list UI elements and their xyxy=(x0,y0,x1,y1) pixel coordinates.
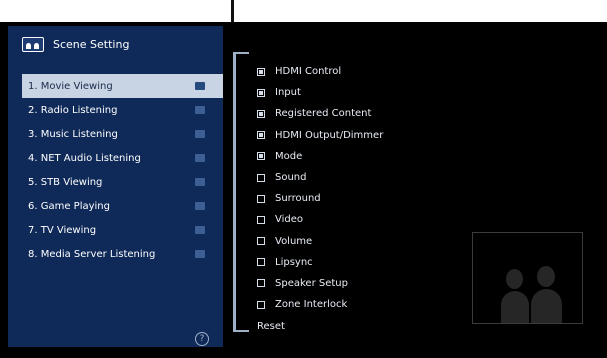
option-label: HDMI Output/Dimmer xyxy=(275,129,384,141)
scene-item-8[interactable]: 8. Media Server Listening xyxy=(22,242,223,266)
option-lipsync[interactable]: Lipsync xyxy=(257,252,383,273)
checkbox[interactable] xyxy=(257,173,265,182)
scene-item-1[interactable]: 1. Movie Viewing xyxy=(22,74,223,98)
option-label: Registered Content xyxy=(275,108,372,120)
checkbox[interactable] xyxy=(257,109,265,118)
title-bar: Scene Setting xyxy=(8,26,223,62)
callout-line xyxy=(231,0,234,22)
scene-panel: Scene Setting 1. Movie Viewing 2. Radio … xyxy=(8,26,223,347)
checkbox[interactable] xyxy=(257,131,265,140)
option-list: HDMI Control Input Registered Content HD… xyxy=(257,61,383,315)
scene-item-label: 3. Music Listening xyxy=(28,128,118,140)
person-head-icon xyxy=(537,266,555,287)
checkbox[interactable] xyxy=(257,300,265,309)
scene-item-6[interactable]: 6. Game Playing xyxy=(22,194,223,218)
option-zone-interlock[interactable]: Zone Interlock xyxy=(257,294,383,315)
option-video[interactable]: Video xyxy=(257,209,383,230)
folder-icon xyxy=(195,154,205,162)
option-label: Mode xyxy=(275,150,303,162)
checkbox[interactable] xyxy=(257,194,265,203)
scene-item-3[interactable]: 3. Music Listening xyxy=(22,122,223,146)
room-illustration-icon xyxy=(472,232,583,324)
folder-icon xyxy=(195,82,205,90)
checkbox[interactable] xyxy=(257,152,265,161)
option-hdmi-control[interactable]: HDMI Control xyxy=(257,61,383,82)
bracket-divider xyxy=(233,54,236,330)
scene-item-label: 5. STB Viewing xyxy=(28,176,103,188)
scene-icon xyxy=(22,36,44,52)
folder-icon xyxy=(195,178,205,186)
scene-list: 1. Movie Viewing 2. Radio Listening 3. M… xyxy=(22,74,223,266)
scene-item-label: 7. TV Viewing xyxy=(28,224,97,236)
person-icon xyxy=(501,291,529,323)
scene-item-5[interactable]: 5. STB Viewing xyxy=(22,170,223,194)
option-label: Volume xyxy=(275,235,313,247)
checkbox[interactable] xyxy=(257,258,265,267)
option-label: Video xyxy=(275,214,304,226)
option-label: Lipsync xyxy=(275,256,313,268)
checkbox[interactable] xyxy=(257,279,265,288)
option-label: Speaker Setup xyxy=(275,277,348,289)
folder-icon xyxy=(195,226,205,234)
option-volume[interactable]: Volume xyxy=(257,231,383,252)
option-sound[interactable]: Sound xyxy=(257,167,383,188)
checkbox[interactable] xyxy=(257,237,265,246)
option-speaker-setup[interactable]: Speaker Setup xyxy=(257,273,383,294)
scene-item-7[interactable]: 7. TV Viewing xyxy=(22,218,223,242)
checkbox[interactable] xyxy=(257,88,265,97)
scene-item-label: 6. Game Playing xyxy=(28,200,110,212)
folder-icon xyxy=(195,106,205,114)
scene-item-label: 1. Movie Viewing xyxy=(28,80,113,92)
option-mode[interactable]: Mode xyxy=(257,146,383,167)
option-label: Input xyxy=(275,87,301,99)
scene-item-label: 8. Media Server Listening xyxy=(28,248,156,260)
scene-item-2[interactable]: 2. Radio Listening xyxy=(22,98,223,122)
option-label: HDMI Control xyxy=(275,66,342,78)
reset-button[interactable]: Reset xyxy=(257,321,285,332)
option-surround[interactable]: Surround xyxy=(257,188,383,209)
option-hdmi-output-dimmer[interactable]: HDMI Output/Dimmer xyxy=(257,125,383,146)
folder-icon xyxy=(195,202,205,210)
person-head-icon xyxy=(506,269,523,289)
bracket-divider xyxy=(233,330,249,332)
help-icon[interactable]: ? xyxy=(195,332,209,346)
option-registered-content[interactable]: Registered Content xyxy=(257,103,383,124)
option-label: Zone Interlock xyxy=(275,299,348,311)
option-label: Sound xyxy=(275,172,307,184)
option-input[interactable]: Input xyxy=(257,82,383,103)
folder-icon xyxy=(195,130,205,138)
scene-item-4[interactable]: 4. NET Audio Listening xyxy=(22,146,223,170)
scene-item-label: 4. NET Audio Listening xyxy=(28,152,141,164)
checkbox[interactable] xyxy=(257,67,265,76)
page-title: Scene Setting xyxy=(53,37,130,51)
person-icon xyxy=(531,289,562,323)
option-label: Surround xyxy=(275,193,321,205)
scene-item-label: 2. Radio Listening xyxy=(28,104,118,116)
folder-icon xyxy=(195,250,205,258)
checkbox[interactable] xyxy=(257,215,265,224)
